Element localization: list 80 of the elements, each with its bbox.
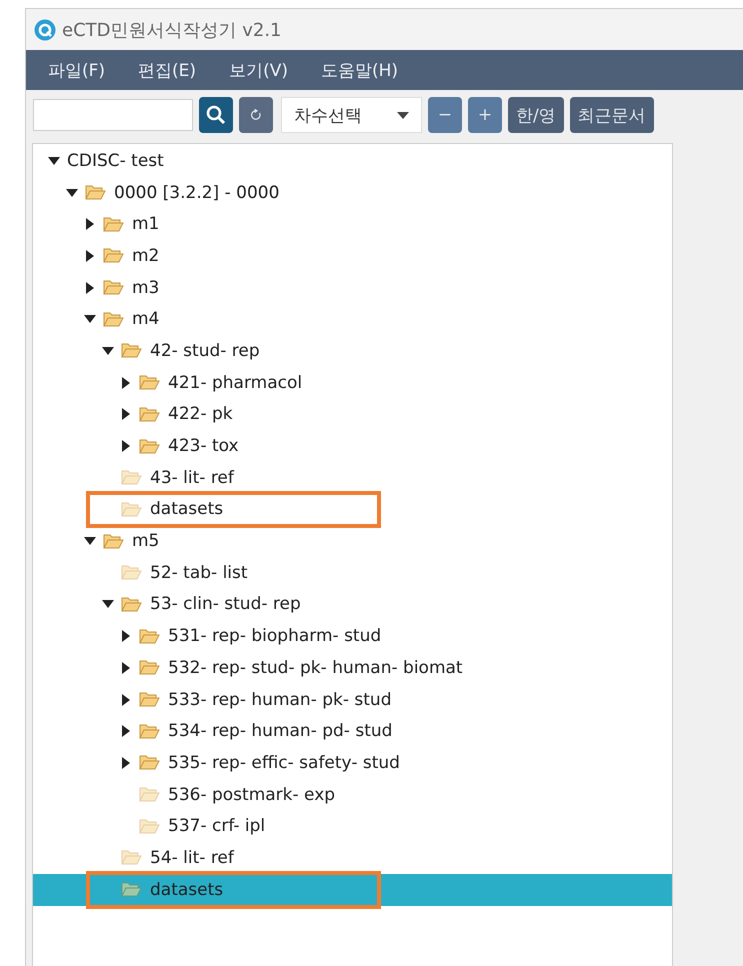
caret-right-icon[interactable] (122, 408, 130, 420)
toolbar-button[interactable]: 최근문서 (570, 97, 654, 133)
caret-right-icon[interactable] (122, 694, 130, 706)
caret-down-icon[interactable] (84, 315, 96, 324)
folder-icon (103, 532, 124, 550)
folder-icon (139, 722, 160, 740)
folder-icon (139, 406, 160, 423)
folder-icon (139, 438, 160, 455)
toolbar-button[interactable]: 한/영 (508, 97, 564, 133)
folder-icon (121, 881, 142, 898)
caret-right-icon[interactable] (86, 282, 94, 294)
folder-icon (85, 184, 106, 202)
tree-item[interactable]: 537- crf- ipl (33, 810, 672, 842)
caret-right-icon[interactable] (122, 630, 130, 642)
folder-icon (121, 500, 142, 518)
version-dropdown[interactable]: 차수선택 (281, 97, 422, 133)
caret-right-icon[interactable] (122, 725, 130, 738)
window-title: eCTD민원서식작성기 v2.1 (62, 18, 282, 42)
tree-item[interactable]: 43- lit- ref (33, 462, 672, 494)
folder-icon (139, 628, 160, 645)
app-logo-icon (34, 18, 56, 40)
folder-icon (103, 310, 124, 328)
search-field[interactable] (33, 99, 193, 131)
zoom-in-button[interactable]: + (468, 97, 502, 133)
caret-down-icon[interactable] (84, 537, 96, 546)
caret-right-icon[interactable] (122, 376, 130, 389)
refresh-icon (250, 109, 262, 121)
tree-item[interactable]: m5 (33, 525, 672, 557)
folder-icon (139, 691, 160, 708)
folder-icon (121, 469, 142, 486)
search-icon (206, 105, 226, 125)
folder-icon (139, 786, 160, 804)
tree-item[interactable]: 532- rep- stud- pk- human- biomat (33, 652, 672, 684)
folder-icon (139, 818, 160, 835)
tree-item[interactable]: 0000 [3.2.2] - 0000 (33, 176, 672, 208)
tree-item[interactable]: 533- rep- human- pk- stud (33, 684, 672, 716)
dropdown-caret-icon (397, 112, 409, 118)
caret-right-icon[interactable] (122, 662, 130, 674)
caret-down-icon[interactable] (102, 346, 114, 355)
caret-right-icon[interactable] (86, 218, 94, 230)
caret-right-icon[interactable] (122, 756, 130, 769)
folder-icon (121, 342, 142, 360)
tree-item[interactable]: datasets (33, 494, 672, 526)
tree-item[interactable]: CDISC- test (33, 145, 672, 177)
folder-icon (103, 279, 124, 296)
tree-item[interactable]: m1 (33, 208, 672, 240)
folder-icon (121, 564, 142, 582)
tree-item[interactable]: m4 (33, 303, 672, 336)
search-button[interactable] (199, 97, 233, 133)
caret-down-icon[interactable] (66, 188, 78, 197)
folder-icon (121, 849, 142, 866)
tree-item[interactable]: 531- rep- biopharm- stud (33, 620, 672, 652)
menu-item[interactable]: 보기(V) (221, 58, 296, 82)
tree-item[interactable]: 53- clin- stud- rep (33, 588, 672, 620)
caret-right-icon[interactable] (122, 440, 130, 452)
folder-icon (103, 247, 124, 264)
tree-item[interactable]: 536- postmark- exp (33, 778, 672, 810)
tree-item[interactable]: m3 (33, 272, 672, 304)
folder-icon (139, 754, 160, 772)
tree-item[interactable]: m2 (33, 240, 672, 272)
tree-item[interactable]: 42- stud- rep (33, 335, 672, 367)
tree-item[interactable]: 423- tox (33, 430, 672, 462)
refresh-button[interactable] (239, 97, 273, 133)
folder-icon (139, 659, 160, 676)
tree-item[interactable]: 534- rep- human- pd- stud (33, 715, 672, 748)
menu-item[interactable]: 편집(E) (130, 58, 204, 82)
tree-item[interactable]: 422- pk (33, 398, 672, 430)
caret-right-icon[interactable] (86, 250, 94, 262)
caret-down-icon[interactable] (48, 156, 60, 165)
tree-item[interactable]: 535- rep- effic- safety- stud (33, 747, 672, 779)
caret-down-icon[interactable] (102, 600, 114, 608)
tree-item[interactable]: 421- pharmacol (33, 366, 672, 398)
folder-icon (121, 596, 142, 613)
menu-item[interactable]: 파일(F) (40, 58, 114, 82)
folder-icon (139, 374, 160, 392)
tree-item[interactable]: 52- tab- list (33, 556, 672, 589)
zoom-out-button[interactable]: − (428, 97, 462, 133)
menu-item[interactable]: 도움말(H) (312, 58, 406, 82)
folder-icon (103, 216, 124, 233)
tree-item[interactable]: 54- lit- ref (33, 842, 672, 874)
